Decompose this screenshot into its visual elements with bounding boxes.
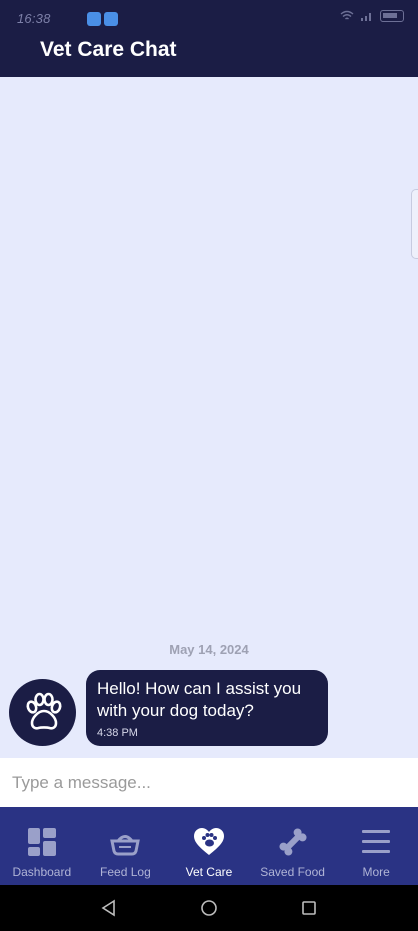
nav-item-dashboard[interactable]: Dashboard [0, 807, 84, 885]
nav-item-vet-care[interactable]: Vet Care [167, 807, 251, 885]
nav-label: Dashboard [12, 865, 72, 879]
nav-item-feed-log[interactable]: Feed Log [84, 807, 168, 885]
heart-paw-icon [193, 826, 225, 858]
chat-messages-area[interactable]: May 14, 2024 Hello! How can I assist you… [0, 77, 418, 758]
home-icon[interactable] [200, 899, 218, 917]
food-bowl-icon [109, 826, 141, 858]
paw-icon [25, 692, 62, 730]
nav-item-more[interactable]: More [334, 807, 418, 885]
message-composer [0, 758, 418, 807]
nav-item-saved-food[interactable]: Saved Food [251, 807, 335, 885]
back-icon[interactable] [100, 899, 118, 917]
nav-label: Feed Log [100, 865, 151, 879]
message-timestamp: 4:38 PM [97, 727, 138, 739]
battery-icon [380, 10, 404, 22]
scroll-handle[interactable] [411, 189, 418, 259]
nav-label: More [362, 865, 390, 879]
system-navigation-bar [0, 885, 418, 931]
message-input[interactable] [0, 758, 418, 807]
recents-icon[interactable] [300, 899, 318, 917]
status-indicators [340, 10, 404, 22]
signal-icon [361, 13, 371, 21]
dashboard-icon [26, 826, 58, 858]
status-time: 16:38 [17, 11, 51, 26]
menu-icon [360, 826, 392, 858]
vet-avatar [9, 679, 76, 746]
page-title: Vet Care Chat [40, 38, 177, 61]
notification-icon [87, 12, 101, 26]
status-bar: 16:38 [0, 0, 418, 36]
bone-icon [277, 826, 309, 858]
notification-icon [104, 12, 118, 26]
message-bubble: Hello! How can I assist you with your do… [86, 670, 328, 746]
message-text: Hello! How can I assist you with your do… [97, 679, 302, 720]
wifi-icon [340, 10, 354, 20]
date-separator: May 14, 2024 [169, 642, 249, 657]
bottom-nav: Dashboard Feed Log Vet Care Saved Food M… [0, 807, 418, 885]
nav-label: Saved Food [260, 865, 325, 879]
app-header: 16:38 Vet Care Chat [0, 0, 418, 77]
nav-label: Vet Care [185, 865, 233, 879]
